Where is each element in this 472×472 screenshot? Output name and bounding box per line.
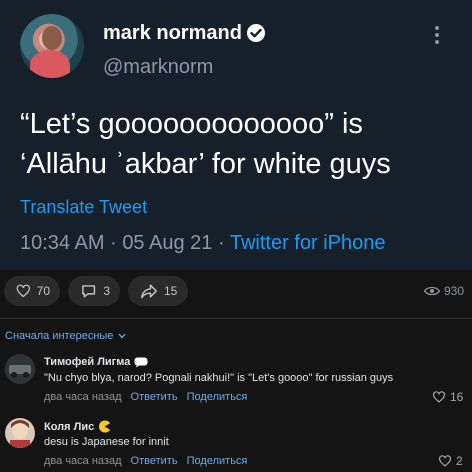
comment-author-name: Коля Лис [44, 420, 95, 433]
tweet-source-link[interactable]: Twitter for iPhone [230, 232, 386, 254]
speech-sticker-icon [134, 357, 148, 367]
tweet-time: 10:34 AM [20, 232, 105, 254]
share-button[interactable]: 15 [128, 276, 188, 306]
comments-sort-toggle[interactable]: Сначала интересные [5, 330, 126, 342]
share-icon [141, 284, 157, 299]
heart-icon [16, 284, 31, 298]
author-avatar[interactable] [20, 14, 84, 78]
comment-like-button[interactable]: 16 [432, 390, 463, 404]
tweet-meta: 10:34 AM · 05 Aug 21 · Twitter for iPhon… [20, 232, 385, 255]
heart-icon [432, 391, 446, 403]
heart-icon [438, 455, 452, 467]
views-counter: 930 [424, 284, 464, 298]
reply-link[interactable]: Ответить [131, 455, 178, 467]
share-count: 15 [164, 284, 178, 298]
like-button[interactable]: 70 [4, 276, 60, 306]
views-count: 930 [444, 284, 465, 298]
author-name[interactable]: mark normand [103, 22, 242, 45]
share-link[interactable]: Поделиться [187, 455, 248, 467]
comment-time: два часа назад [44, 455, 122, 467]
eye-icon [424, 286, 440, 296]
translate-tweet-link[interactable]: Translate Tweet [20, 197, 147, 218]
sort-label: Сначала интересные [5, 330, 114, 342]
meta-separator: · [217, 232, 225, 254]
comment-author[interactable]: Коля Лис [44, 420, 111, 433]
more-options-icon[interactable] [430, 24, 444, 46]
meta-separator: · [110, 232, 117, 254]
comment-button[interactable]: 3 [68, 276, 120, 306]
pacman-sticker-icon [99, 420, 111, 433]
tweet-text-line-2: ‘Allāhu ʾakbar’ for white guys [20, 148, 391, 180]
comment-footer: два часа назад Ответить Поделиться [44, 455, 247, 467]
comment-author[interactable]: Тимофей Лигма [44, 356, 148, 368]
comment-icon [82, 285, 96, 298]
comment-count: 3 [103, 284, 110, 298]
commenter-avatar[interactable] [5, 418, 35, 448]
share-link[interactable]: Поделиться [187, 391, 248, 403]
like-count: 70 [36, 284, 50, 298]
tweet-text: “Let’s gooooooooooooo” is ‘Allāhu ʾakbar… [20, 104, 460, 184]
tweet-card: mark normand @marknorm “Let’s gooooooooo… [0, 0, 472, 270]
verified-badge-icon [247, 24, 265, 42]
comment-time: два часа назад [44, 391, 122, 403]
author-handle[interactable]: @marknorm [103, 56, 213, 79]
comment-like-count: 2 [456, 454, 463, 468]
commenter-avatar[interactable] [5, 354, 35, 384]
comment-like-count: 16 [450, 390, 464, 404]
comment-author-name: Тимофей Лигма [44, 356, 131, 368]
chevron-down-icon [118, 333, 126, 339]
comment-text: desu is Japanese for innit [44, 436, 169, 448]
reply-link[interactable]: Ответить [131, 391, 178, 403]
comment-footer: два часа назад Ответить Поделиться [44, 391, 247, 403]
comment-text: "Nu chyo blya, narod? Pognali nakhui!" i… [44, 372, 394, 384]
tweet-text-line-1: “Let’s gooooooooooooo” is [20, 108, 363, 140]
section-divider [0, 318, 472, 319]
comment-like-button[interactable]: 2 [438, 454, 463, 468]
tweet-date: 05 Aug 21 [122, 232, 213, 254]
